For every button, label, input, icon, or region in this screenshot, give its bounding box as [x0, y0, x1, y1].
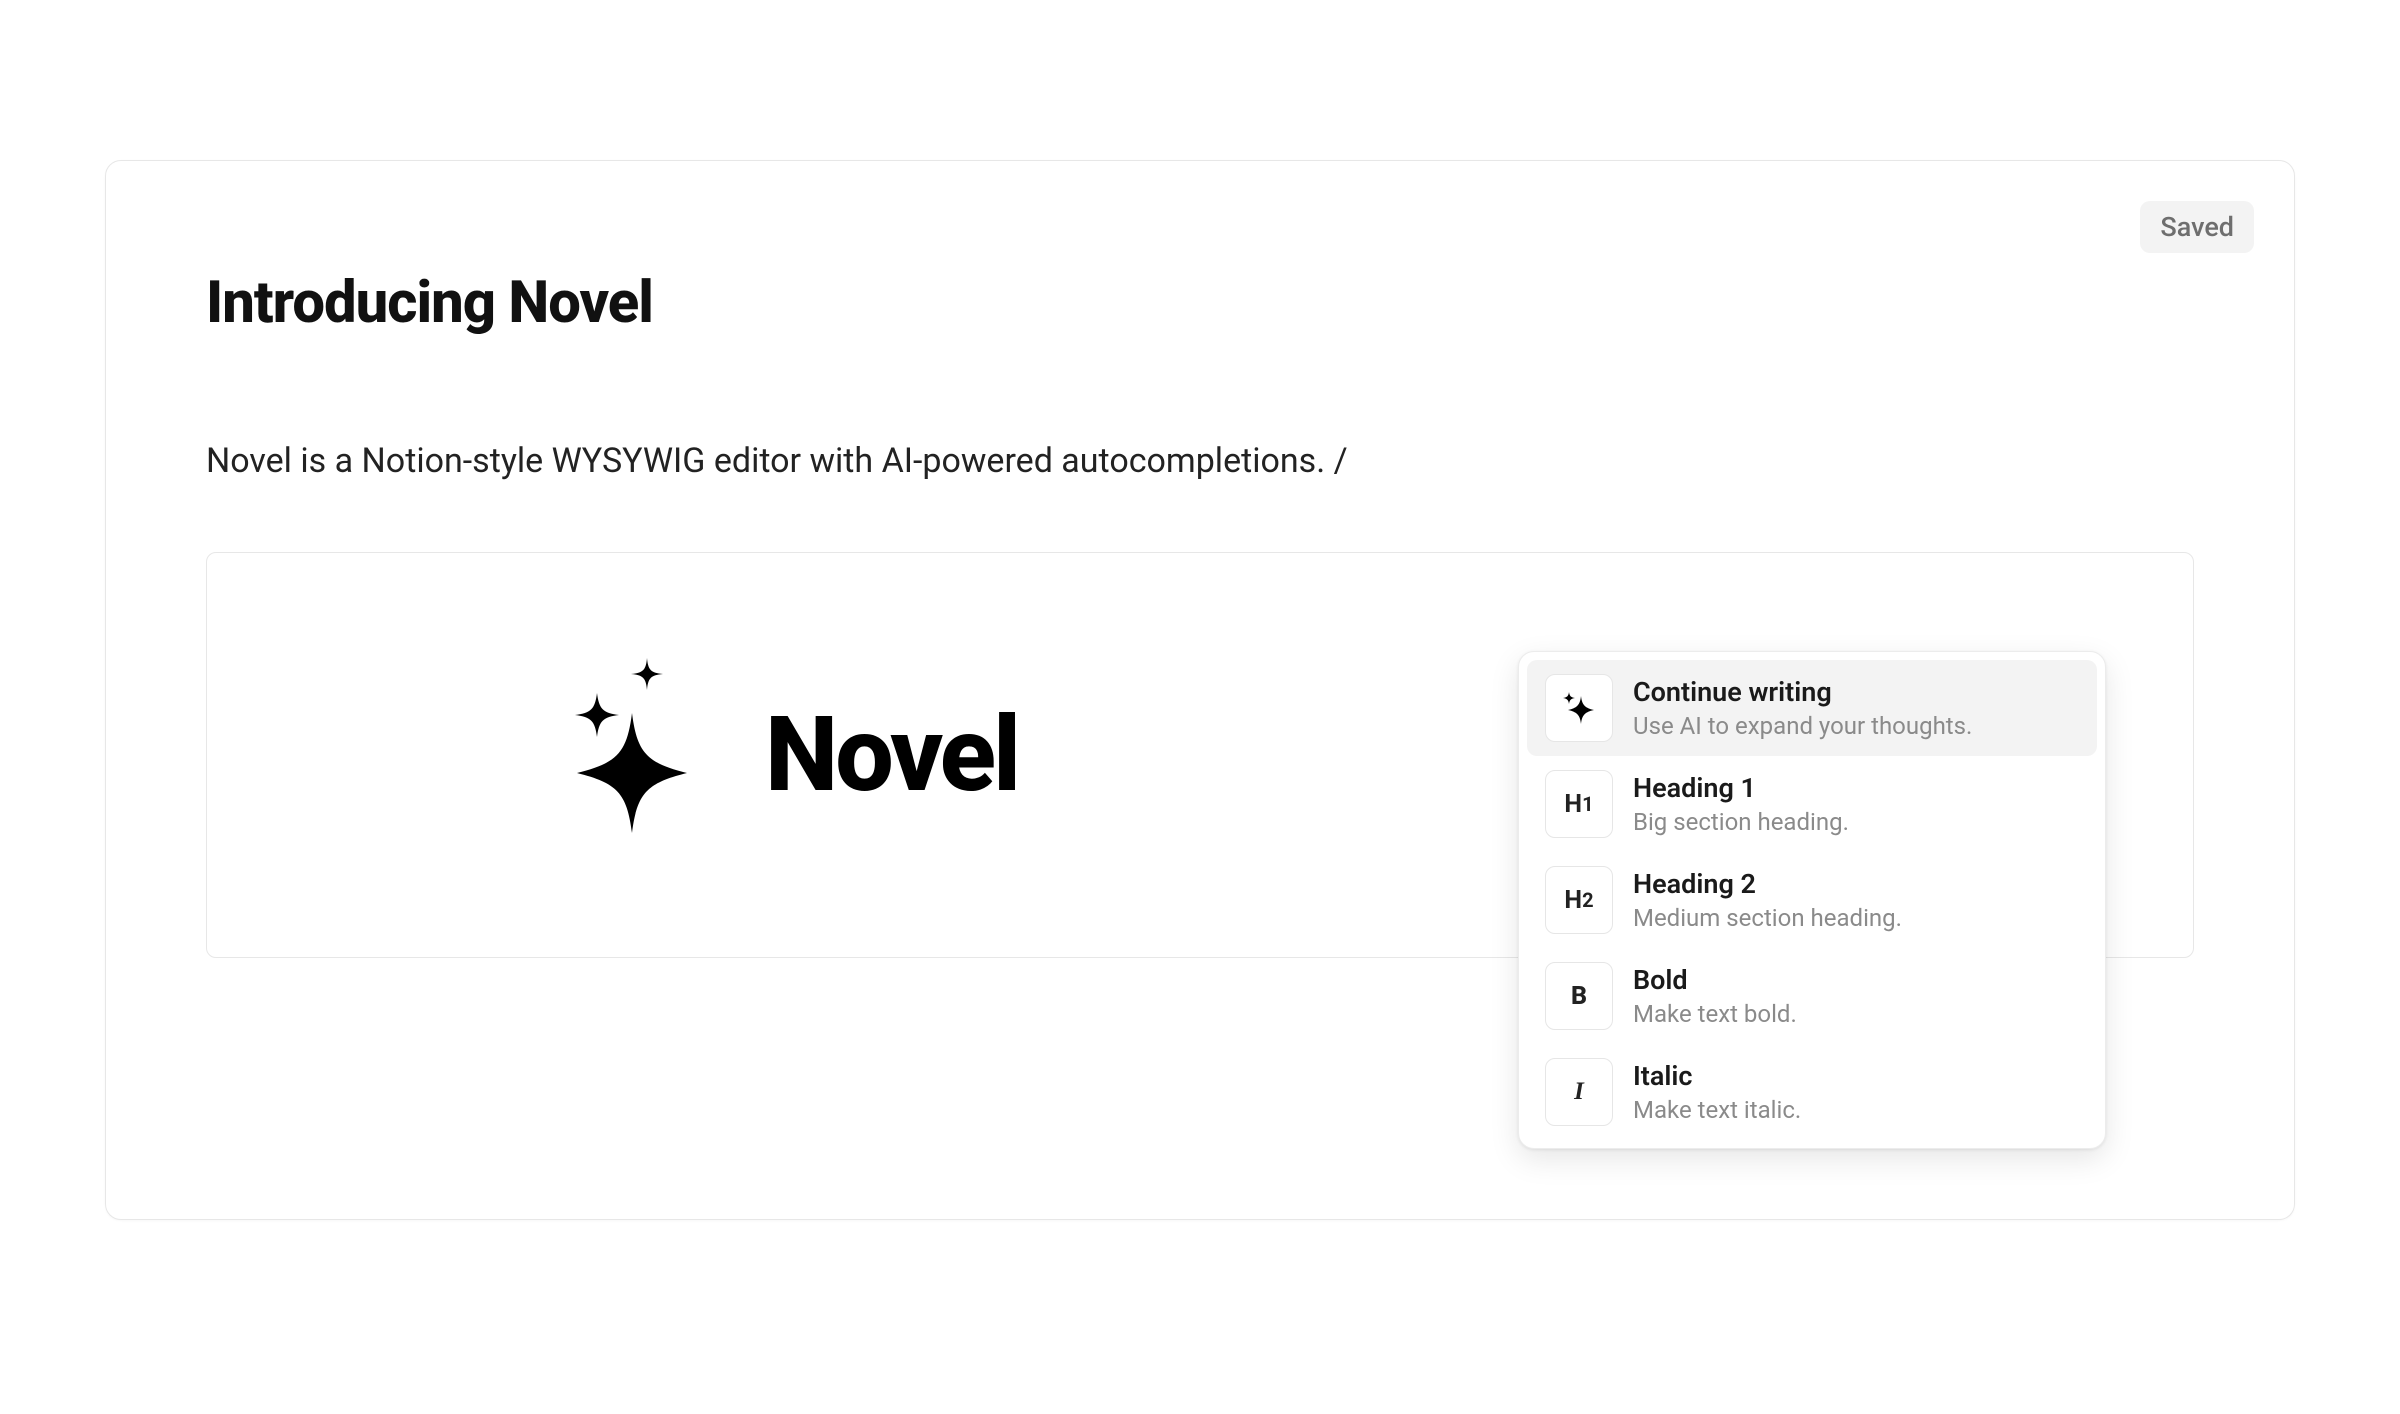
- menu-item-text: Continue writing Use AI to expand your t…: [1633, 676, 1972, 740]
- menu-item-subtitle: Make text bold.: [1633, 1000, 1797, 1028]
- menu-item-title: Continue writing: [1633, 676, 1972, 708]
- menu-item-subtitle: Medium section heading.: [1633, 904, 1902, 932]
- logo-wordmark: Novel: [765, 695, 1018, 816]
- menu-item-subtitle: Use AI to expand your thoughts.: [1633, 712, 1972, 740]
- sparkles-icon: [547, 653, 717, 857]
- menu-item-heading-2[interactable]: H2 Heading 2 Medium section heading.: [1527, 852, 2097, 948]
- menu-item-subtitle: Big section heading.: [1633, 808, 1849, 836]
- status-badge: Saved: [2140, 201, 2254, 253]
- menu-item-text: Heading 2 Medium section heading.: [1633, 868, 1902, 932]
- menu-item-title: Heading 2: [1633, 868, 1902, 900]
- menu-item-title: Italic: [1633, 1060, 1801, 1092]
- bold-icon: B: [1545, 962, 1613, 1030]
- menu-item-subtitle: Make text italic.: [1633, 1096, 1801, 1124]
- h2-icon: H2: [1545, 866, 1613, 934]
- menu-item-bold[interactable]: B Bold Make text bold.: [1527, 948, 2097, 1044]
- editor-card: Saved Introducing Novel Novel is a Notio…: [105, 160, 2295, 1220]
- menu-item-heading-1[interactable]: H1 Heading 1 Big section heading.: [1527, 756, 2097, 852]
- page-title[interactable]: Introducing Novel: [206, 269, 2194, 337]
- h1-icon: H1: [1545, 770, 1613, 838]
- sparkles-icon: [1545, 674, 1613, 742]
- menu-item-continue-writing[interactable]: Continue writing Use AI to expand your t…: [1527, 660, 2097, 756]
- menu-item-text: Italic Make text italic.: [1633, 1060, 1801, 1124]
- italic-icon: I: [1545, 1058, 1613, 1126]
- slash-command-menu: Continue writing Use AI to expand your t…: [1518, 651, 2106, 1149]
- menu-item-text: Heading 1 Big section heading.: [1633, 772, 1849, 836]
- document-paragraph[interactable]: Novel is a Notion-style WYSYWIG editor w…: [206, 437, 2194, 486]
- menu-item-text: Bold Make text bold.: [1633, 964, 1797, 1028]
- menu-item-title: Heading 1: [1633, 772, 1849, 804]
- menu-item-italic[interactable]: I Italic Make text italic.: [1527, 1044, 2097, 1140]
- menu-item-title: Bold: [1633, 964, 1797, 996]
